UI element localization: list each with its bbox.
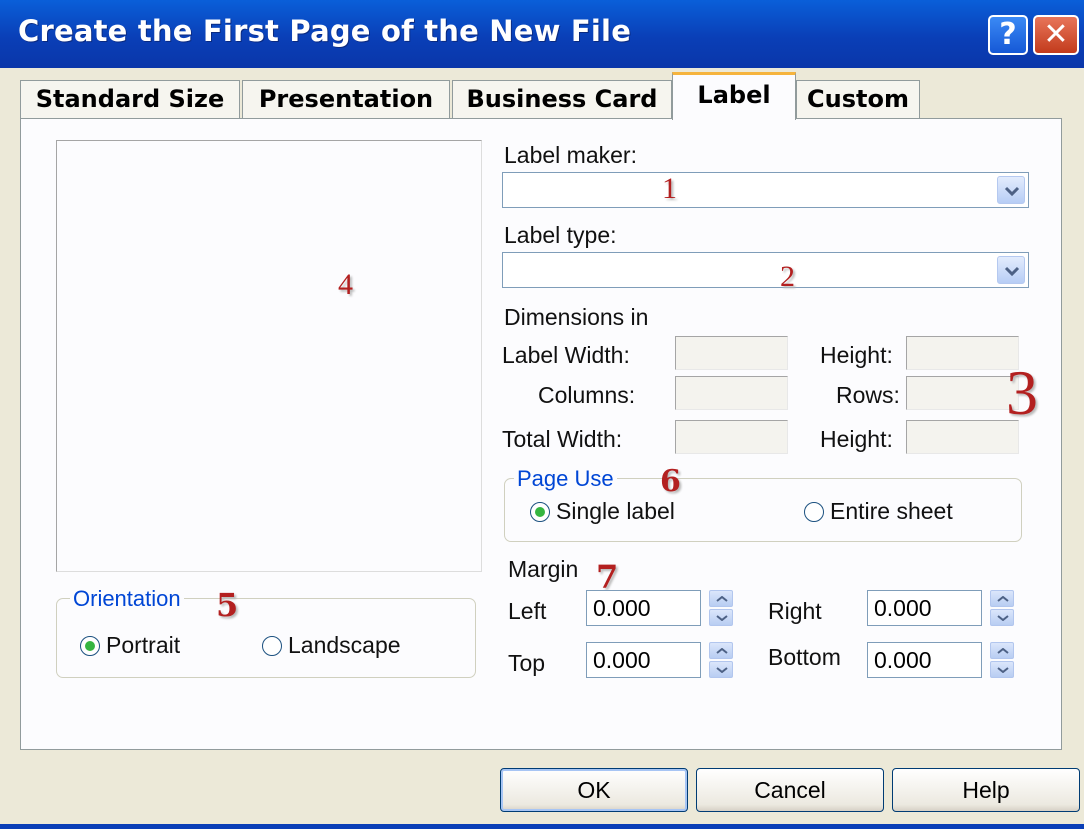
total-height-value [906,420,1019,454]
landscape-radio[interactable] [262,636,282,656]
chevron-down-icon[interactable] [997,256,1025,284]
annotation-1: 1 [662,172,677,205]
columns-value [675,376,788,410]
spin-up-icon[interactable] [990,590,1014,607]
spin-down-icon[interactable] [990,661,1014,678]
page-use-legend: Page Use [514,466,617,492]
tab-presentation[interactable]: Presentation [242,80,450,118]
margin-left-spinner[interactable] [709,590,733,626]
annotation-2: 2 [780,260,795,293]
new-file-dialog: Create the First Page of the New File ? … [0,0,1084,829]
margin-bottom-spinner[interactable] [990,642,1014,678]
single-label-label[interactable]: Single label [556,498,675,525]
spin-up-icon[interactable] [709,642,733,659]
tab-custom[interactable]: Custom [796,80,920,118]
total-width-label: Total Width: [502,426,623,452]
spin-down-icon[interactable] [709,609,733,626]
margin-right-input[interactable]: 0.000 [867,590,982,626]
label-height-label: Height: [820,342,893,368]
tab-business-card[interactable]: Business Card [452,80,672,118]
orientation-legend: Orientation [70,586,184,612]
title-bar[interactable]: Create the First Page of the New File ? … [0,0,1084,68]
tab-standard-size[interactable]: Standard Size [20,80,240,118]
margin-right-spinner[interactable] [990,590,1014,626]
annotation-6: 6 [660,464,681,499]
annotation-3: 3 [1006,357,1038,428]
spin-down-icon[interactable] [990,609,1014,626]
label-maker-label: Label maker: [504,142,637,168]
columns-label: Columns: [538,382,636,408]
portrait-label[interactable]: Portrait [106,632,180,659]
label-width-value [675,336,788,370]
label-type-dropdown[interactable] [502,252,1029,288]
margin-label: Margin [508,556,579,582]
dimensions-label: Dimensions in [504,304,649,330]
tab-label[interactable]: Label [672,72,796,120]
spin-down-icon[interactable] [709,661,733,678]
label-preview [56,140,482,572]
single-label-radio[interactable] [530,502,550,522]
margin-bottom-label: Bottom [768,644,841,670]
margin-left-input[interactable]: 0.000 [586,590,701,626]
help-button[interactable]: Help [892,768,1080,812]
window-title: Create the First Page of the New File [18,14,632,48]
margin-right-label: Right [768,598,822,624]
margin-bottom-input[interactable]: 0.000 [867,642,982,678]
spin-up-icon[interactable] [990,642,1014,659]
help-title-button[interactable]: ? [988,15,1028,55]
portrait-radio[interactable] [80,636,100,656]
total-height-label: Height: [820,426,893,452]
entire-sheet-radio[interactable] [804,502,824,522]
spin-up-icon[interactable] [709,590,733,607]
total-width-value [675,420,788,454]
ok-button[interactable]: OK [500,768,688,812]
annotation-5: 5 [216,586,239,624]
cancel-button[interactable]: Cancel [696,768,884,812]
landscape-label[interactable]: Landscape [288,632,401,659]
rows-value [906,376,1019,410]
annotation-4: 4 [338,268,353,301]
chevron-down-icon[interactable] [997,176,1025,204]
label-maker-dropdown[interactable] [502,172,1029,208]
label-type-label: Label type: [504,222,617,248]
rows-label: Rows: [836,382,900,408]
margin-top-input[interactable]: 0.000 [586,642,701,678]
close-button[interactable]: ✕ [1033,15,1079,55]
margin-top-label: Top [508,650,546,676]
window-bottom-border [0,824,1084,829]
label-height-value [906,336,1019,370]
entire-sheet-label[interactable]: Entire sheet [830,498,953,525]
margin-left-label: Left [508,598,547,624]
margin-top-spinner[interactable] [709,642,733,678]
label-width-label: Label Width: [502,342,630,368]
